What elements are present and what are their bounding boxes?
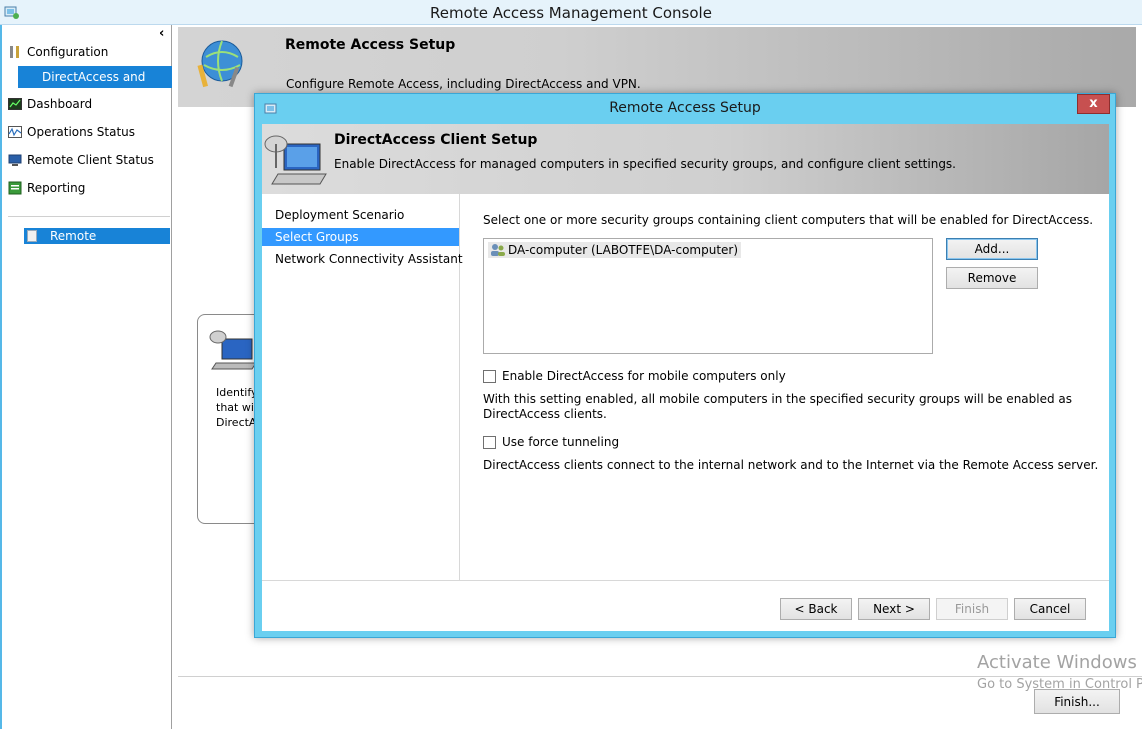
force-tunneling-option[interactable]: Use force tunneling [483,434,619,450]
next-button[interactable]: Next > [858,598,930,620]
groups-instruction: Select one or more security groups conta… [483,213,1094,227]
remove-group-button[interactable]: Remove [946,267,1038,289]
wizard-steps: Deployment Scenario Select Groups Networ… [262,194,463,580]
remote-access-setup-dialog: Remote Access Setup x DirectAccess Clien… [254,93,1116,638]
wizard-footer: < Back Next > Finish Cancel [262,580,1109,631]
mobile-only-label: Enable DirectAccess for mobile computers… [502,369,786,383]
server-icon [27,230,37,242]
security-groups-list[interactable]: DA-computer (LABOTFE\DA-computer) [483,238,933,354]
console-finish-button[interactable]: Finish... [1034,689,1120,714]
mobile-only-option[interactable]: Enable DirectAccess for mobile computers… [483,368,786,384]
configuration-icon [10,46,19,58]
close-icon[interactable]: x [1077,94,1110,114]
nav-item-label: Dashboard [27,97,93,111]
step-network-connectivity-assistant[interactable]: Network Connectivity Assistant [262,250,463,268]
nav-item-directaccess-vpn[interactable]: DirectAccess and VPN [18,66,172,106]
reporting-icon [8,181,22,195]
group-users-icon [491,244,505,256]
wizard-header: DirectAccess Client Setup Enable DirectA… [262,124,1109,194]
mobile-only-note: With this setting enabled, all mobile co… [483,392,1073,421]
main-header-description: Configure Remote Access, including Direc… [286,77,641,91]
navigation-pane: ‹ Configuration DirectAccess and VPN Das… [2,25,172,729]
dialog-title: Remote Access Setup [609,100,761,116]
nav-item-reporting[interactable]: Reporting [8,178,85,198]
nav-item-dashboard[interactable]: Dashboard [8,94,92,114]
remote-client-icon [8,154,22,166]
dashboard-icon [8,98,22,110]
dialog-body: DirectAccess Client Setup Enable DirectA… [262,124,1109,631]
card-description: Identify that wi DirectA [216,386,258,429]
laptop-satellite-icon [264,135,327,185]
finish-button[interactable]: Finish [936,598,1008,620]
add-group-button[interactable]: Add... [946,238,1038,260]
nav-item-operations-status[interactable]: Operations Status [8,122,135,142]
activation-watermark: Activate Windows [977,652,1137,673]
nav-item-label: Remote Client Status [27,153,154,167]
main-header-title: Remote Access Setup [285,37,456,53]
force-tunneling-checkbox[interactable] [483,435,496,449]
step-deployment-scenario[interactable]: Deployment Scenario [262,206,459,224]
server-item-remote[interactable]: Remote [24,228,170,244]
cancel-button[interactable]: Cancel [1014,598,1086,620]
wizard-page-title: DirectAccess Client Setup [334,132,538,148]
server-label: Remote [50,229,97,243]
wizard-page-description: Enable DirectAccess for managed computer… [334,157,956,171]
collapse-pane-icon[interactable]: ‹ [159,26,164,41]
nav-item-label: Configuration [27,45,109,59]
nav-item-remote-client-status[interactable]: Remote Client Status [8,150,154,170]
nav-item-label: Operations Status [27,125,136,139]
operations-status-icon [8,126,22,138]
nav-divider [8,216,170,217]
title-bar: Remote Access Management Console [0,0,1142,25]
step-select-groups[interactable]: Select Groups [262,228,459,246]
nav-item-configuration[interactable]: Configuration [8,42,108,62]
force-tunneling-note: DirectAccess clients connect to the inte… [483,458,1099,472]
laptop-satellite-icon [209,330,257,370]
back-button[interactable]: < Back [780,598,852,620]
nav-item-label: Reporting [27,181,86,195]
force-tunneling-label: Use force tunneling [502,435,620,449]
globe-tools-icon [197,40,243,88]
group-name: DA-computer (LABOTFE\DA-computer) [508,243,739,257]
window-title: Remote Access Management Console [430,4,712,22]
list-item[interactable]: DA-computer (LABOTFE\DA-computer) [488,242,742,258]
mobile-only-checkbox[interactable] [483,369,496,383]
wizard-content: Select one or more security groups conta… [483,194,1103,580]
